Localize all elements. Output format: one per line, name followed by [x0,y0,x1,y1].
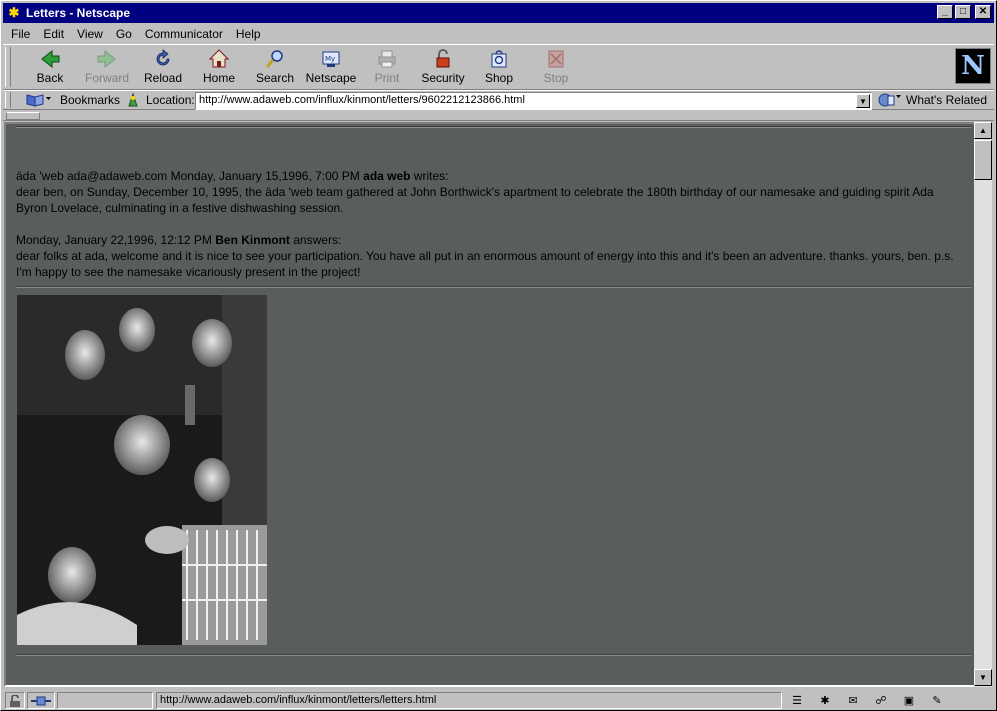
chevron-down-icon[interactable]: ▼ [856,94,870,108]
svg-text:My: My [325,55,335,63]
menu-view[interactable]: View [72,27,108,41]
maximize-button[interactable]: □ [955,5,971,19]
back-button[interactable]: Back [22,47,78,89]
stop-icon [542,47,570,71]
forward-arrow-icon [93,47,121,71]
shop-bag-icon [485,47,513,71]
horizontal-rule [16,126,971,128]
browser-window: ✱ Letters - Netscape _ □ ✕ File Edit Vie… [0,0,997,711]
composer-icon[interactable]: ▣ [898,692,920,708]
scroll-up-arrow-icon[interactable]: ▲ [974,122,992,139]
home-label: Home [202,71,235,85]
menu-help[interactable]: Help [231,27,266,41]
discussion-icon[interactable]: ☍ [870,692,892,708]
horizontal-rule [16,286,971,288]
component-bar: ☰ ✱ ✉ ☍ ▣ ✎ [786,692,948,708]
back-label: Back [36,71,64,85]
netscape-logo-letter: N [961,51,985,81]
whats-related-button[interactable]: What's Related [906,93,987,107]
collapsed-toolbar-tab[interactable] [6,112,40,120]
horizontal-rule [16,654,971,656]
close-button[interactable]: ✕ [975,5,991,19]
home-button[interactable]: Home [191,47,247,89]
forward-button[interactable]: Forward [79,47,135,89]
menu-edit[interactable]: Edit [38,27,69,41]
scroll-down-arrow-icon[interactable]: ▼ [974,669,992,686]
letter-ben-author: Ben Kinmont [215,233,290,247]
search-icon [261,47,289,71]
netscape-button[interactable]: My Netscape [303,47,359,89]
window-title: Letters - Netscape [26,6,131,20]
netscape-logo[interactable]: N [955,48,991,84]
edit-pen-icon[interactable]: ✎ [926,692,948,708]
party-photo [17,295,267,645]
location-toolbar: Bookmarks Location: http://www.adaweb.co… [3,90,994,110]
letter-ben-header: Monday, January 22,1996, 12:12 PM Ben Ki… [16,233,342,247]
location-url-field[interactable]: http://www.adaweb.com/influx/kinmont/let… [195,92,872,110]
reload-icon [149,47,177,71]
toolbar-grip[interactable] [5,47,11,87]
home-icon [205,47,233,71]
shop-label: Shop [484,71,514,85]
page-content: äda 'web ada@adaweb.com Monday, January … [4,122,974,687]
mail-icon[interactable]: ✉ [842,692,864,708]
letter-ben: Monday, January 22,1996, 12:12 PM Ben Ki… [16,232,966,280]
menu-file[interactable]: File [6,27,35,41]
search-button[interactable]: Search [247,47,303,89]
reload-button[interactable]: Reload [135,47,191,89]
location-pin-icon[interactable] [125,92,143,108]
menu-go[interactable]: Go [111,27,137,41]
navigator-icon[interactable]: ✱ [814,692,836,708]
stop-label: Stop [543,71,569,85]
menu-communicator[interactable]: Communicator [140,27,228,41]
letter-ada-header: äda 'web ada@adaweb.com Monday, January … [16,169,449,183]
status-bar: http://www.adaweb.com/influx/kinmont/let… [3,691,994,710]
letter-ada-sender: ada web [363,169,411,183]
printer-icon [373,47,401,71]
reload-label: Reload [143,71,183,85]
scrollbar-thumb[interactable] [974,140,992,180]
security-label: Security [421,71,465,85]
lock-icon [429,47,457,71]
bookmarks-icon[interactable] [25,92,55,108]
letter-ada: äda 'web ada@adaweb.com Monday, January … [16,168,966,216]
progress-indicator [57,692,153,709]
location-label: Location: [146,93,195,107]
my-netscape-icon: My [317,47,345,71]
minimize-button[interactable]: _ [937,5,953,19]
print-label: Print [374,71,400,85]
vertical-scrollbar[interactable]: ▲ ▼ [974,122,992,687]
whats-related-icon[interactable] [877,92,905,108]
security-button[interactable]: Security [415,47,471,89]
shop-button[interactable]: Shop [471,47,527,89]
menu-bar: File Edit View Go Communicator Help [3,24,994,43]
location-url-text: http://www.adaweb.com/influx/kinmont/let… [199,94,525,106]
location-toolbar-grip[interactable] [5,92,11,108]
grip-icon[interactable]: ☰ [786,692,808,708]
connection-status-icon [27,692,55,709]
netscape-app-icon: ✱ [8,5,20,20]
search-label: Search [255,71,295,85]
navigation-toolbar: Back Forward Reload Home Search My Netsc… [3,44,994,90]
title-bar: ✱ Letters - Netscape _ □ ✕ [3,3,994,23]
forward-label: Forward [84,71,129,85]
window-controls: _ □ ✕ [937,5,991,19]
bookmarks-button[interactable]: Bookmarks [60,93,120,107]
security-lock-icon[interactable] [5,692,25,709]
collapsed-toolbar-strip [3,111,994,121]
back-arrow-icon [36,47,64,71]
stop-button[interactable]: Stop [528,47,584,89]
netscape-label: Netscape [305,71,357,85]
status-text: http://www.adaweb.com/influx/kinmont/let… [156,692,782,709]
letter-ada-body: dear ben, on Sunday, December 10, 1995, … [16,185,934,215]
letter-ben-body: dear folks at ada, welcome and it is nic… [16,249,954,279]
print-button[interactable]: Print [359,47,415,89]
